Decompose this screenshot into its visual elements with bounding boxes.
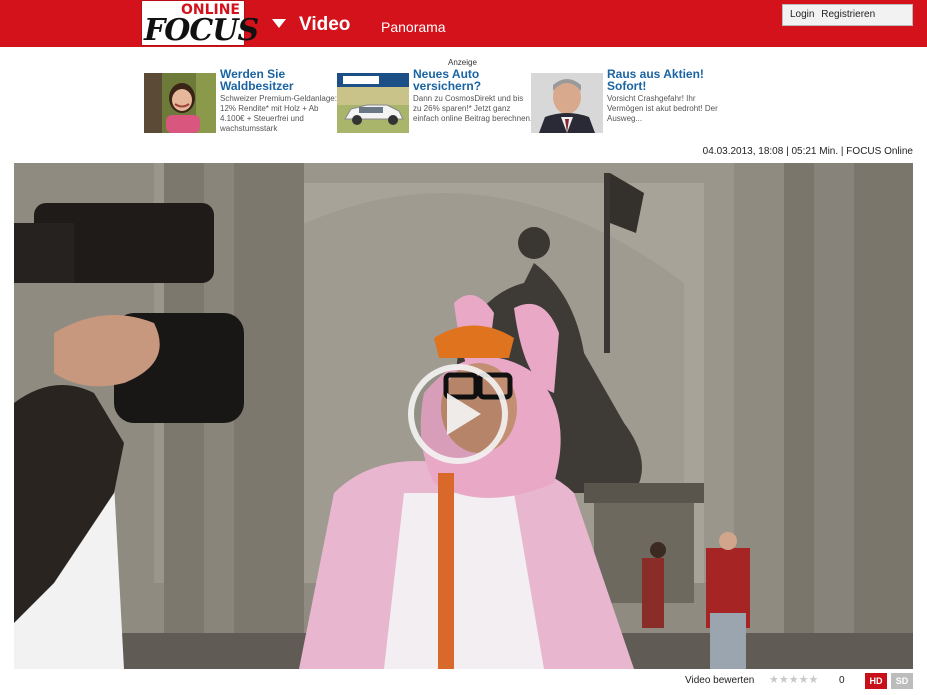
- ad-item-car[interactable]: Neues Auto versichern? Dann zu CosmosDir…: [337, 68, 532, 136]
- ad-row: Werden Sie Waldbesitzer Schweizer Premiu…: [144, 68, 728, 136]
- video-player[interactable]: [14, 163, 913, 669]
- login-link[interactable]: Login: [790, 9, 814, 20]
- star-rating-icon[interactable]: ★★★★★: [769, 673, 818, 686]
- hd-quality-button[interactable]: HD: [865, 673, 887, 689]
- ad-body: Vorsicht Crashgefahr! Ihr Vermögen ist a…: [607, 94, 718, 123]
- ad-item-forest[interactable]: Werden Sie Waldbesitzer Schweizer Premiu…: [144, 68, 337, 136]
- ad-title[interactable]: Werden Sie Waldbesitzer: [220, 68, 340, 92]
- nav-dropdown-arrow-icon[interactable]: [272, 19, 286, 28]
- ad-body: Schweizer Premium-Geldanlage: 12% Rendit…: [220, 94, 337, 133]
- play-icon[interactable]: [407, 363, 509, 465]
- rating-count: 0: [839, 675, 845, 686]
- logo-focus-text: FOCUS: [144, 13, 259, 48]
- site-header: ONLINE FOCUS Video Panorama Login Regist…: [0, 0, 927, 48]
- rate-video-label: Video bewerten: [685, 675, 755, 686]
- account-box: Login Registrieren: [782, 4, 913, 26]
- video-meta-info: 04.03.2013, 18:08 | 05:21 Min. | FOCUS O…: [702, 146, 913, 157]
- ad-body: Dann zu CosmosDirekt und bis zu 26% spar…: [413, 94, 533, 123]
- video-footer: Video bewerten ★★★★★ 0 HD SD: [0, 669, 927, 695]
- ad-item-stocks[interactable]: Raus aus Aktien! Sofort! Vorsicht Crashg…: [531, 68, 723, 136]
- ad-label: Anzeige: [448, 58, 477, 67]
- register-link[interactable]: Registrieren: [821, 9, 875, 20]
- ad-title[interactable]: Neues Auto versichern?: [413, 68, 533, 92]
- ad-image-girl[interactable]: [144, 73, 216, 133]
- ad-image-car[interactable]: [337, 73, 409, 133]
- nav-section-video[interactable]: Video: [299, 14, 350, 36]
- nav-subsection-panorama[interactable]: Panorama: [381, 19, 446, 35]
- focus-online-logo[interactable]: ONLINE FOCUS: [141, 0, 259, 48]
- sd-quality-button[interactable]: SD: [891, 673, 913, 689]
- ad-image-man[interactable]: [531, 73, 603, 133]
- ad-title[interactable]: Raus aus Aktien! Sofort!: [607, 68, 727, 92]
